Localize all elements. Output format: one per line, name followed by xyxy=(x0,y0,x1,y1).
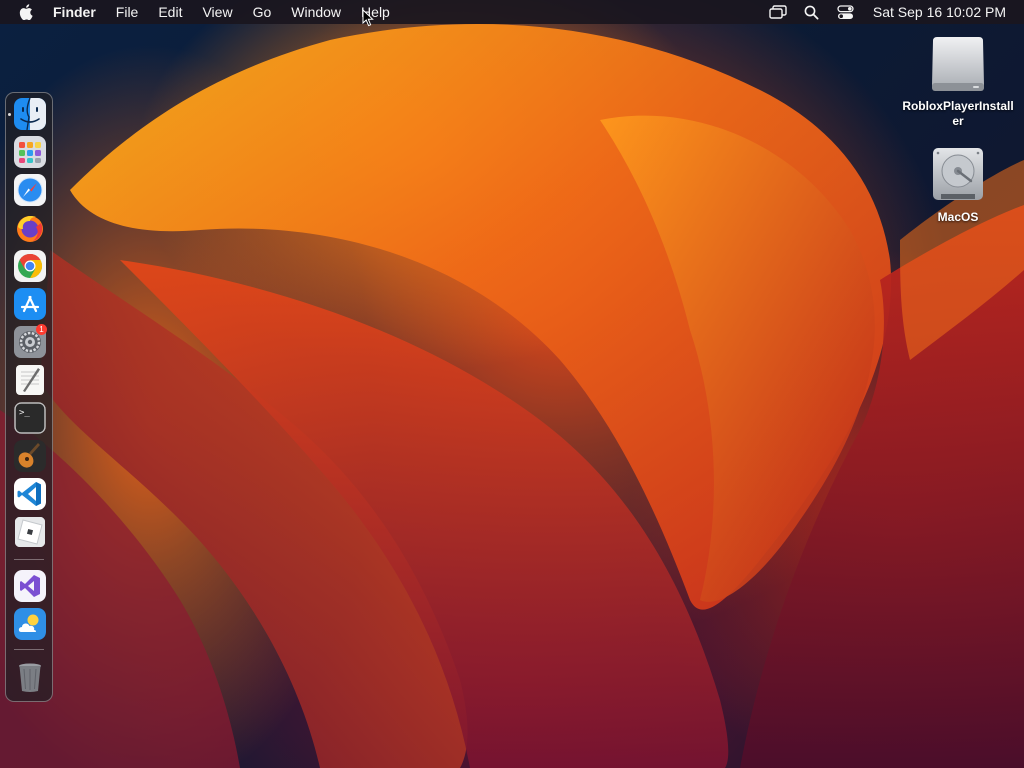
menu-finder[interactable]: Finder xyxy=(43,0,106,24)
disk-image-icon xyxy=(927,33,989,95)
menu-file[interactable]: File xyxy=(106,0,149,24)
notification-badge: 1 xyxy=(36,324,47,335)
desktop-item-label: RobloxPlayerInstaller xyxy=(902,99,1014,128)
menu-help[interactable]: Help xyxy=(351,0,400,24)
control-center-icon[interactable] xyxy=(836,4,856,20)
finder-icon[interactable] xyxy=(14,98,46,130)
finder-running-indicator xyxy=(8,113,11,116)
desktop-item-macos-disk[interactable]: MacOS xyxy=(898,144,1018,225)
desktop-wallpaper xyxy=(0,0,1024,768)
menu-go[interactable]: Go xyxy=(243,0,282,24)
desktop-item-label: MacOS xyxy=(937,210,979,224)
terminal-prompt: >_ xyxy=(19,408,30,418)
apple-logo-icon[interactable] xyxy=(15,4,37,20)
menu-bar-clock[interactable]: Sat Sep 16 10:02 PM xyxy=(873,4,1006,20)
roblox-icon[interactable] xyxy=(14,516,46,548)
menu-window[interactable]: Window xyxy=(281,0,351,24)
garageband-guitar-icon[interactable] xyxy=(14,440,46,472)
launchpad-icon[interactable] xyxy=(14,136,46,168)
screen-mirroring-icon[interactable] xyxy=(768,4,788,20)
textedit-icon[interactable] xyxy=(14,364,46,396)
weather-icon[interactable] xyxy=(14,608,46,640)
firefox-icon[interactable] xyxy=(14,212,46,244)
vscode-icon[interactable] xyxy=(14,478,46,510)
mouse-cursor-icon xyxy=(362,8,374,32)
dock-separator xyxy=(14,559,44,560)
terminal-icon[interactable]: >_ xyxy=(14,402,46,434)
visual-studio-icon[interactable] xyxy=(14,570,46,602)
spotlight-search-icon[interactable] xyxy=(802,4,822,20)
hard-drive-icon xyxy=(927,144,989,206)
trash-icon[interactable] xyxy=(14,661,46,693)
menu-bar: Finder File Edit View Go Window Help Sat… xyxy=(0,0,1024,24)
menu-view[interactable]: View xyxy=(192,0,242,24)
chrome-icon[interactable] xyxy=(14,250,46,282)
settings-gear-icon[interactable]: 1 xyxy=(14,324,47,358)
safari-icon[interactable] xyxy=(14,174,46,206)
app-store-icon[interactable] xyxy=(14,288,46,320)
wallpaper-petals xyxy=(0,24,1024,768)
dock-separator xyxy=(14,649,44,650)
desktop-item-roblox-installer[interactable]: RobloxPlayerInstaller xyxy=(898,33,1018,129)
menu-bar-status-area: Sat Sep 16 10:02 PM xyxy=(761,0,1024,24)
menu-edit[interactable]: Edit xyxy=(148,0,192,24)
dock: 1 >_ xyxy=(5,92,53,702)
